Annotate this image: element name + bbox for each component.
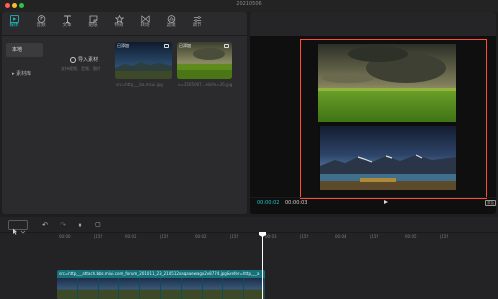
tab-adjust[interactable]: 调节 [186,14,208,34]
tab-sticker[interactable]: 贴纸 [82,14,104,34]
tab-adjust-label: 调节 [192,23,202,28]
ruler-label: 00:03 [265,234,277,239]
import-label: 导入素材 [78,57,99,63]
ruler-label: 00:04 [335,234,347,239]
sticker-icon [89,15,97,23]
media-icon [9,15,19,23]
ruler-label: |15f [370,234,378,239]
tab-effects-label: 特效 [114,23,124,28]
image-type-icon [164,44,169,48]
tab-transition-label: 转场 [140,23,150,28]
tab-transition[interactable]: 转场 [134,14,156,34]
ruler-label: |15f [300,234,308,239]
timeline-ruler[interactable] [0,232,498,242]
media-thumbnail[interactable]: 已添加 [177,42,232,79]
tab-sticker-label: 贴纸 [88,23,98,28]
text-icon [63,15,71,23]
clip-filename: src=http___attach.bbs.miui.com_forum_201… [59,271,260,276]
adjust-icon [193,16,201,22]
tab-filter[interactable]: 滤镜 [160,14,182,34]
ruler-label: 00:02 [195,234,207,239]
video-clip[interactable]: src=http___attach.bbs.miui.com_forum_201… [57,270,265,299]
media-caption: src=http___ba.mzui.jpg [116,82,163,87]
window-title: 20210506 [236,1,262,7]
player-header [250,12,496,36]
added-badge: 已添加 [179,43,191,48]
ruler-label: |15f [230,234,238,239]
import-media-button[interactable]: 导入素材 支持视频、音频、图片 [58,56,108,78]
tab-effects[interactable]: 特效 [108,14,130,34]
ruler-label: 00:05 [405,234,417,239]
tab-filter-label: 滤镜 [166,23,176,28]
aspect-ratio-button[interactable]: 原始 [485,200,496,206]
ruler-label: |15f [160,234,168,239]
split-icon[interactable]: ⏸ [75,220,85,230]
playhead-line[interactable] [262,232,263,299]
media-caption: u=3565067...e&fm=26.jpg [178,82,233,87]
total-time: 00:00:03 [285,200,308,206]
added-badge: 已添加 [117,43,129,48]
plus-icon [70,57,76,63]
sidebar-item-material-library[interactable]: ▸ 素材库 [6,67,43,81]
ruler-label: 00:00 [59,234,71,239]
ruler-label: |15f [94,234,102,239]
media-thumbnail[interactable]: 已添加 [115,42,172,79]
tab-media-label: 媒体 [9,23,19,28]
undo-icon[interactable]: ↶ [40,220,50,230]
tab-text[interactable]: 文本 [56,14,78,34]
play-icon[interactable] [384,200,388,204]
tab-audio[interactable]: 音频 [30,14,52,34]
redo-icon[interactable]: ↷ [58,220,68,230]
current-time: 00:00:02 [257,200,280,206]
tab-media[interactable]: 媒体 [3,14,25,34]
tab-audio-label: 音频 [36,23,46,28]
delete-icon[interactable]: ▢ [93,220,103,230]
clip-frames [57,278,265,299]
filter-icon [167,15,175,23]
effects-icon [114,15,124,23]
import-hint: 支持视频、音频、图片 [61,66,101,71]
transition-icon [140,15,150,23]
audio-icon [37,15,45,23]
select-tool-button[interactable] [8,220,28,235]
sidebar-item-local[interactable]: 本地 [6,43,43,57]
selection-highlight-box [300,39,487,199]
ruler-label: 00:01 [125,234,137,239]
ruler-label: |15f [440,234,448,239]
tab-text-label: 文本 [62,23,72,28]
image-type-icon [224,44,229,48]
